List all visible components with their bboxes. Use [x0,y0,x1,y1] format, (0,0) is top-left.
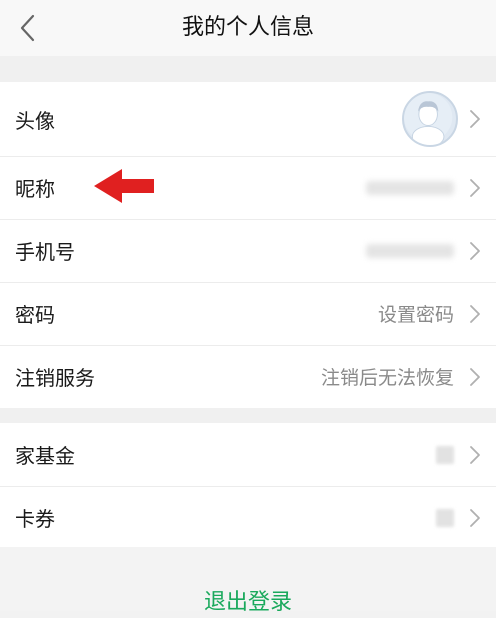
row-phone[interactable]: 手机号 [0,219,496,282]
redacted-value [366,243,454,258]
section-gap [0,408,496,423]
chevron-right-icon [468,444,482,466]
chevron-right-icon [468,177,482,199]
row-label: 卡券 [15,507,55,531]
default-avatar-icon [404,93,453,145]
row-label: 注销服务 [15,366,95,390]
red-arrow-icon [94,169,154,203]
chevron-right-icon [468,366,482,388]
assets-section: 家基金 卡券 [0,423,496,547]
chevron-right-icon [468,240,482,262]
row-value: 注销后无法恢复 [320,367,454,389]
row-cancel-account[interactable]: 注销服务 注销后无法恢复 [0,345,496,408]
row-label: 手机号 [15,240,75,264]
back-button[interactable] [10,8,46,48]
logout-button[interactable]: 退出登录 [0,588,496,618]
chevron-left-icon [20,14,35,42]
chevron-right-icon [468,507,482,529]
row-label: 头像 [15,108,55,133]
avatar[interactable] [402,91,458,147]
row-label: 家基金 [15,444,75,468]
profile-section: 头像 昵称 手机号 密码 设置密码 注销服务 注销后无法恢复 [0,82,496,408]
row-value: 设置密码 [377,304,454,326]
row-label: 昵称 [15,177,55,201]
row-family-fund[interactable]: 家基金 [0,423,496,486]
chevron-right-icon [468,108,482,130]
row-password[interactable]: 密码 设置密码 [0,282,496,345]
row-coupons[interactable]: 卡券 [0,486,496,549]
chevron-right-icon [468,303,482,325]
redacted-value [436,445,454,464]
redacted-value [436,508,454,527]
row-label: 密码 [15,303,55,327]
section-gap [0,56,496,82]
header-bar: 我的个人信息 [0,0,496,56]
page-title: 我的个人信息 [181,15,314,40]
redacted-value [366,180,454,195]
row-avatar[interactable]: 头像 [0,82,496,156]
row-nickname[interactable]: 昵称 [0,156,496,219]
